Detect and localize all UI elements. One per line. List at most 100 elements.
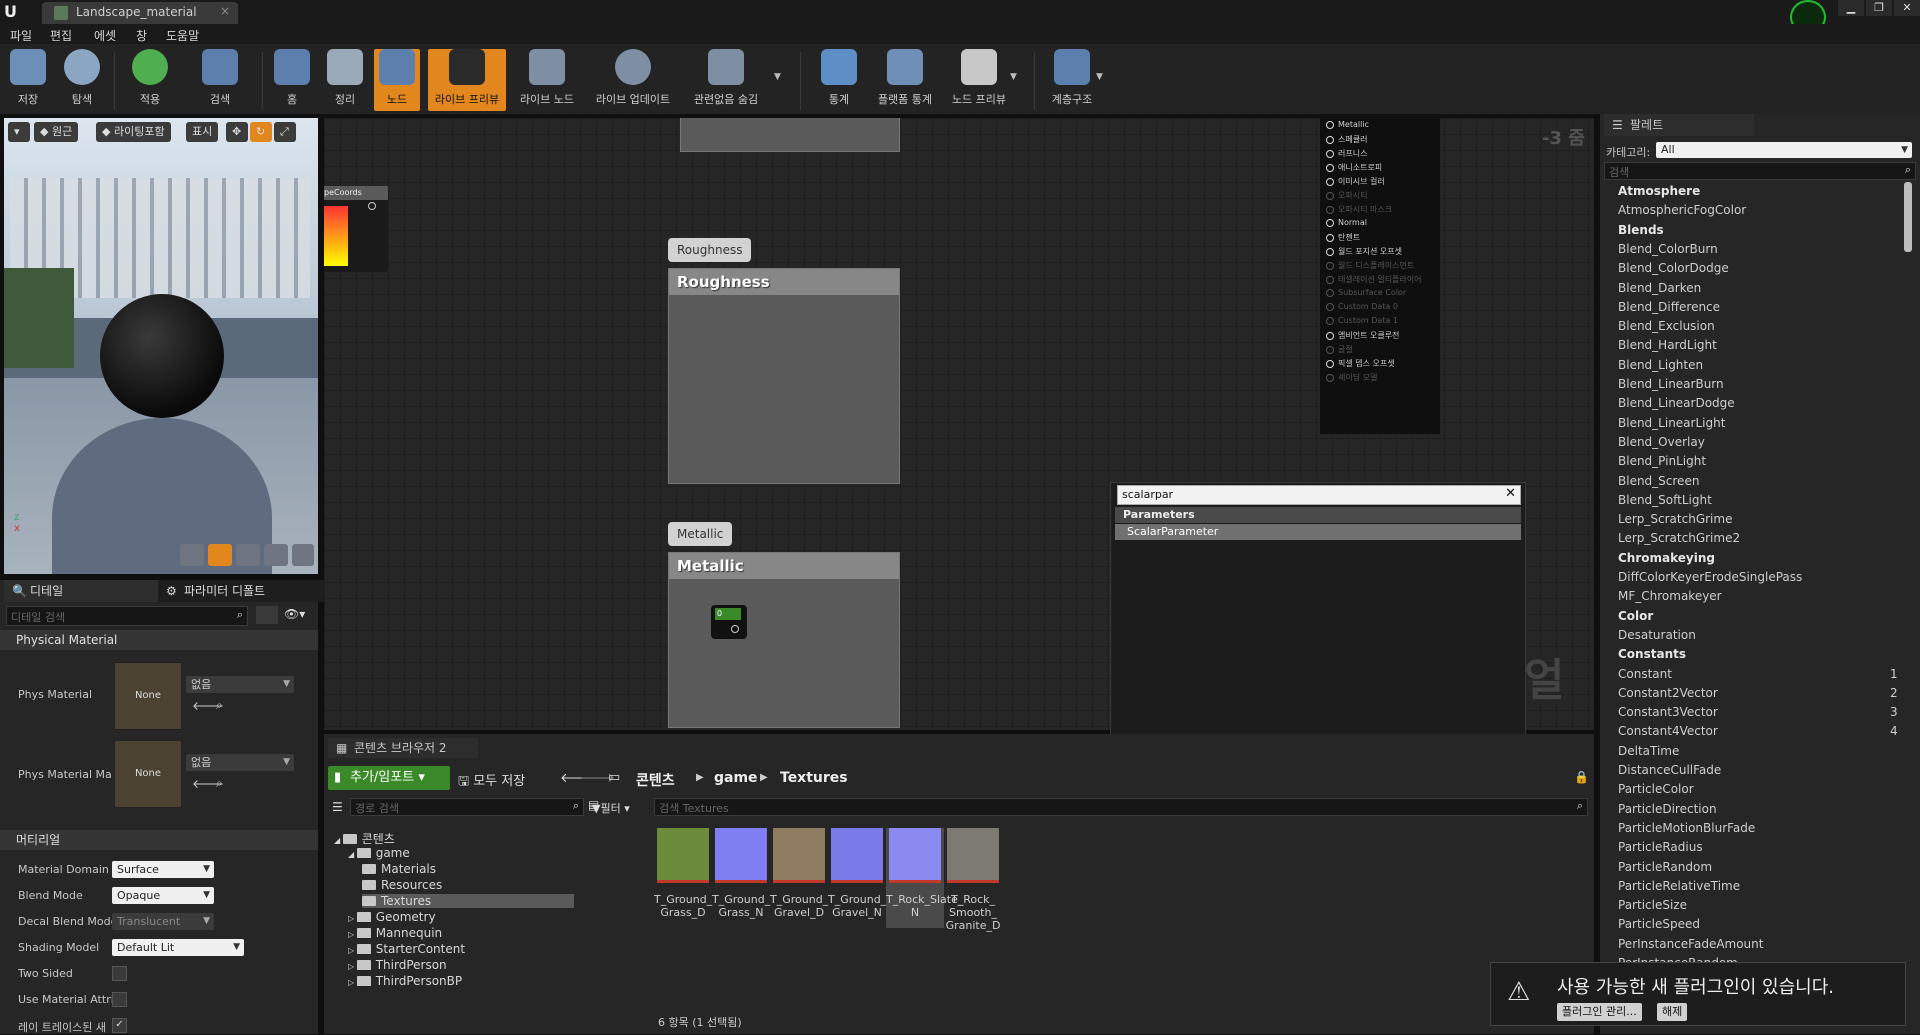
comment-box[interactable] [680, 118, 900, 152]
two-sided-checkbox[interactable] [112, 966, 127, 981]
breadcrumb-textures[interactable]: Textures [780, 770, 848, 786]
material-section[interactable]: 머티리얼 [0, 830, 318, 850]
live-update-button[interactable]: 라이브 업데이트 [590, 49, 676, 111]
folder-tree-item[interactable]: Materials [362, 862, 436, 876]
material-input-pin[interactable]: 탄젠트 [1326, 232, 1360, 243]
mesh-shape-button[interactable] [292, 544, 314, 566]
breadcrumb-content[interactable]: 콘텐츠 [636, 770, 675, 790]
tab-palette[interactable]: ☰ 팔레트 [1604, 114, 1754, 136]
cube-shape-button[interactable] [264, 544, 288, 566]
palette-item[interactable]: Blend_LinearBurn [1618, 377, 1724, 391]
node-preview-options-icon[interactable]: ▼ [1010, 72, 1017, 82]
path-search-input[interactable]: 경로 검색 ⌕ [350, 798, 584, 816]
material-input-pin[interactable]: Metallic [1326, 120, 1369, 129]
save-all-button[interactable]: 🖫 모두 저장 [458, 770, 525, 794]
material-input-pin[interactable]: Subsurface Color [1326, 288, 1406, 297]
grid-view-icon[interactable] [256, 606, 278, 624]
palette-item[interactable]: Blend_Overlay [1618, 435, 1705, 449]
material-input-pin[interactable]: 월드 포지션 오프셋 [1326, 246, 1402, 257]
perspective-button[interactable]: ◆ 원근 [34, 122, 79, 142]
close-tab-icon[interactable]: × [220, 4, 230, 18]
material-domain-combo[interactable]: Surface ▼ [112, 861, 214, 878]
menu-window[interactable]: 창 [136, 27, 147, 44]
output-pin[interactable] [731, 625, 739, 633]
rotate-icon[interactable]: ↻ [250, 122, 272, 142]
roughness-comment-bubble[interactable]: Roughness [668, 238, 752, 262]
palette-item[interactable]: Blend_Darken [1618, 281, 1701, 295]
folder-tree-item[interactable]: Resources [362, 878, 442, 892]
material-input-pin[interactable]: 오파시티 마스크 [1326, 204, 1392, 215]
output-pin[interactable] [368, 202, 376, 210]
palette-item[interactable]: Desaturation [1618, 628, 1696, 642]
palette-item[interactable]: Blend_LinearLight [1618, 416, 1725, 430]
palette-item[interactable]: Blend_Exclusion [1618, 319, 1715, 333]
decal-blend-mode-combo[interactable]: Translucent ▼ [112, 913, 214, 930]
texcoord-node[interactable]: peCoords [324, 186, 388, 272]
asset-tile[interactable]: T_Ground_ Gravel_N [828, 828, 886, 919]
node-search-input[interactable]: scalarpar ✕ [1117, 485, 1521, 505]
browse-asset-icon[interactable]: ⌕ [216, 776, 223, 791]
material-input-pin[interactable]: 테셀레이션 멀티플라이어 [1326, 274, 1422, 285]
apply-button[interactable]: 적용 [124, 49, 176, 111]
material-input-pin[interactable]: 스페큘러 [1326, 134, 1367, 145]
manage-plugins-button[interactable]: 플러그인 관리... [1557, 1003, 1642, 1021]
palette-item[interactable]: AtmosphericFogColor [1618, 203, 1746, 217]
details-search-input[interactable]: 디테일 검색 ⌕ [6, 606, 248, 626]
breadcrumb-separator-icon[interactable]: ▶ [760, 772, 768, 783]
hide-unrelated-button[interactable]: 관련없음 숨김 [688, 49, 764, 111]
material-input-pin[interactable]: Normal [1326, 218, 1367, 227]
palette-category[interactable]: Constants [1608, 647, 1686, 661]
material-input-pin[interactable]: Custom Data 1 [1326, 316, 1398, 325]
palette-category[interactable]: Chromakeying [1608, 551, 1715, 565]
palette-item[interactable]: Blend_LinearDodge [1618, 396, 1735, 410]
minimize-button[interactable]: ▁ [1838, 0, 1864, 16]
phys-material-map-combo[interactable]: 없음 ▼ [186, 754, 294, 771]
save-button[interactable]: 저장 [6, 49, 50, 111]
menu-asset[interactable]: 에셋 [94, 27, 116, 44]
material-input-pin[interactable]: 오파시티 [1326, 190, 1367, 201]
palette-item[interactable]: DiffColorKeyerErodeSinglePass [1618, 570, 1802, 584]
palette-item[interactable]: Lerp_ScratchGrime2 [1618, 531, 1740, 545]
maximize-viewport-icon[interactable]: ⤢ [274, 122, 296, 142]
material-preview-viewport[interactable]: zx [4, 118, 318, 574]
menu-file[interactable]: 파일 [10, 27, 32, 44]
palette-item[interactable]: Blend_Lighten [1618, 358, 1703, 372]
clear-search-icon[interactable]: ✕ [1505, 486, 1516, 501]
palette-item[interactable]: Lerp_ScratchGrime [1618, 512, 1732, 526]
palette-item[interactable]: PerInstanceFadeAmount [1618, 937, 1763, 951]
phys-material-combo[interactable]: 없음 ▼ [186, 676, 294, 693]
material-input-pin[interactable]: 애니소트로피 [1326, 162, 1382, 173]
sphere-shape-button[interactable] [208, 544, 232, 566]
hide-unrelated-options-icon[interactable]: ▼ [774, 72, 781, 82]
palette-item[interactable]: DistanceCullFade [1618, 763, 1721, 777]
palette-item[interactable]: ParticleSpeed [1618, 917, 1700, 931]
phys-material-map-thumbnail[interactable]: None [114, 740, 182, 808]
eye-icon[interactable]: 👁▾ [284, 607, 305, 621]
home-button[interactable]: 홈 [270, 49, 314, 111]
hierarchy-options-icon[interactable]: ▼ [1096, 72, 1103, 82]
expand-arrow-icon[interactable]: ▷ [348, 946, 357, 955]
palette-item[interactable]: ParticleDirection [1618, 802, 1717, 816]
ray-traced-shadows-checkbox[interactable]: ✓ [112, 1018, 127, 1033]
move-icon[interactable]: ✥ [226, 122, 248, 142]
roughness-comment-box[interactable]: Roughness [668, 268, 900, 484]
dismiss-button[interactable]: 해제 [1657, 1003, 1688, 1021]
stats-button[interactable]: 통계 [816, 49, 862, 111]
palette-item[interactable]: ParticleSize [1618, 898, 1687, 912]
palette-search-input[interactable]: 검색 ⌕ [1604, 162, 1916, 180]
tab-content-browser[interactable]: ▦ 콘텐츠 브라우저 2 [328, 738, 478, 758]
filter-button[interactable]: ▼필터 ▾ [592, 800, 630, 816]
material-input-pin[interactable]: 픽셀 뎁스 오프셋 [1326, 358, 1395, 369]
show-button[interactable]: 표시 [186, 122, 219, 142]
scalar-parameter-result[interactable]: ScalarParameter [1115, 524, 1521, 540]
asset-tile[interactable]: T_Rock_ Smooth_ Granite_D [944, 828, 1002, 932]
palette-item[interactable]: ParticleColor [1618, 782, 1694, 796]
folder-tree-item[interactable]: ▷ Geometry [348, 910, 436, 924]
collapse-arrow-icon[interactable]: ◢ [334, 836, 343, 845]
folder-tree-item[interactable]: ▷ ThirdPersonBP [348, 974, 462, 988]
palette-item[interactable]: DeltaTime [1618, 744, 1679, 758]
folder-tree-item[interactable]: Textures [362, 894, 574, 908]
palette-item[interactable]: MF_Chromakeyer [1618, 589, 1722, 603]
browse-asset-icon[interactable]: ⌕ [216, 698, 223, 713]
palette-item[interactable]: Blend_SoftLight [1618, 493, 1712, 507]
